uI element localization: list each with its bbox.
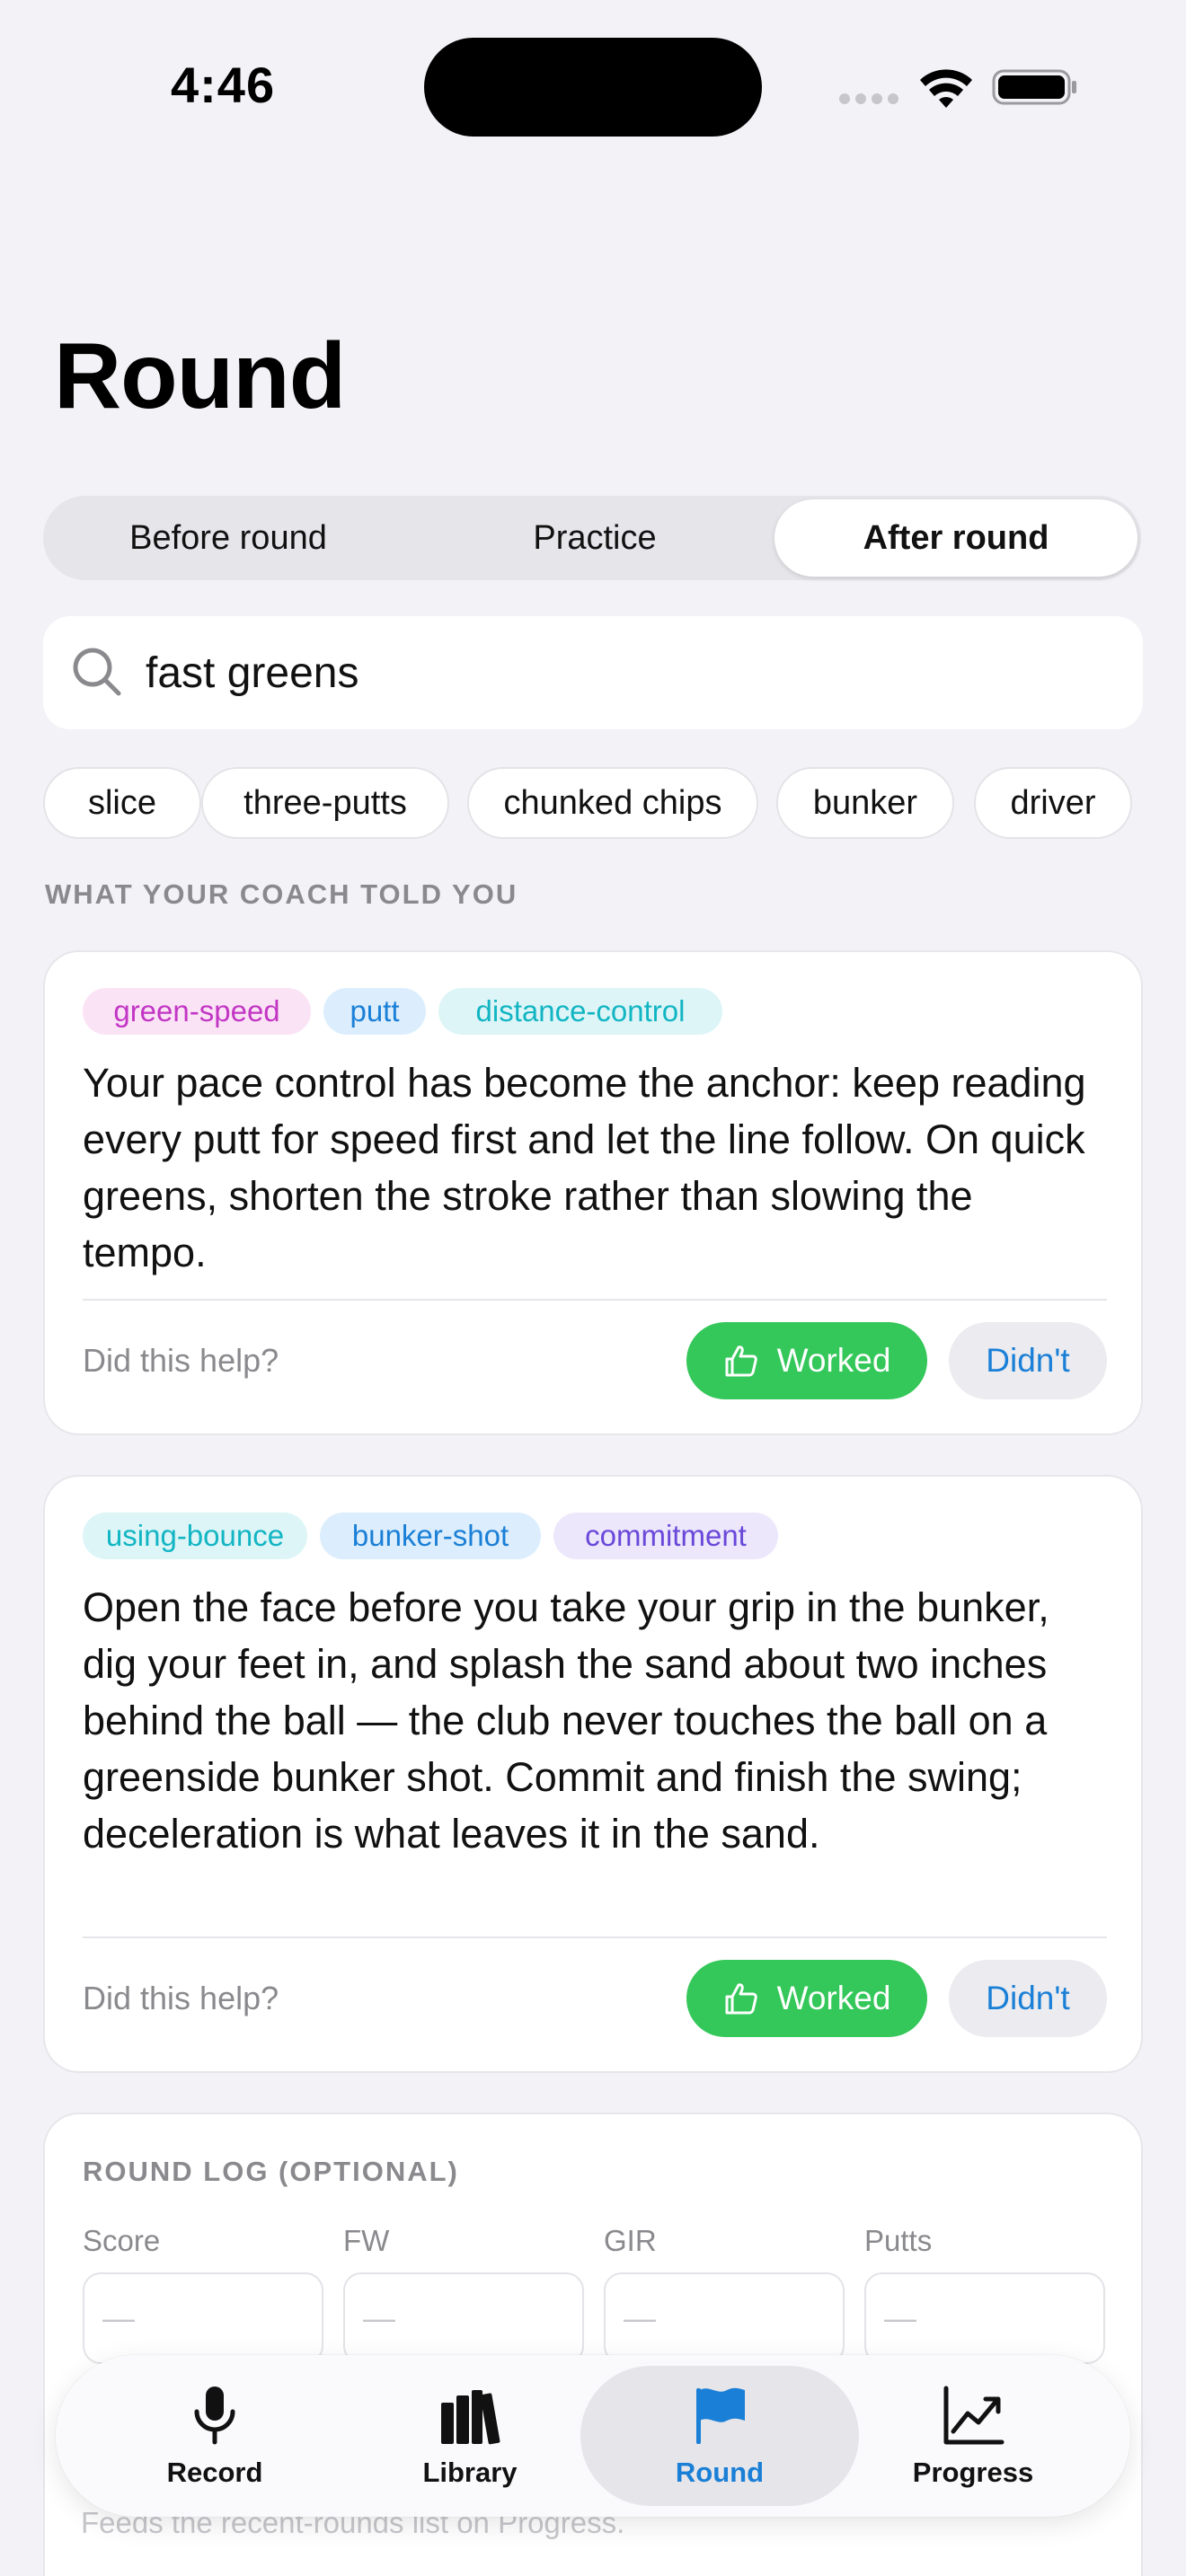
round-log-title: ROUND LOG (OPTIONAL) xyxy=(83,2156,459,2187)
worked-button[interactable]: Worked xyxy=(686,1322,927,1399)
help-prompt: Did this help? xyxy=(83,1342,279,1379)
microphone-icon xyxy=(194,2386,235,2445)
battery-icon xyxy=(992,69,1076,105)
coach-tip-card: using-bounce bunker-shot commitment Open… xyxy=(43,1475,1143,2073)
worked-label: Worked xyxy=(776,1342,891,1379)
tab-round[interactable]: Round xyxy=(580,2366,859,2506)
putts-label: Putts xyxy=(864,2224,933,2257)
tag: green-speed xyxy=(83,988,311,1035)
fairways-input[interactable] xyxy=(343,2272,584,2364)
cellular-signal-icon xyxy=(839,93,898,104)
books-icon xyxy=(441,2390,500,2445)
score-field: Score xyxy=(83,2224,323,2364)
segment-before-round[interactable]: Before round xyxy=(47,499,410,577)
tag: commitment xyxy=(553,1513,778,1559)
chip-three-putts[interactable]: three-putts xyxy=(201,767,449,839)
worked-button[interactable]: Worked xyxy=(686,1960,927,2037)
thumbs-up-icon xyxy=(725,1983,757,2015)
fairways-field: FW xyxy=(343,2224,584,2364)
didnt-button[interactable]: Didn't xyxy=(949,1322,1107,1399)
tab-label: Progress xyxy=(912,2457,1034,2488)
didnt-button[interactable]: Didn't xyxy=(949,1960,1107,2037)
score-input[interactable] xyxy=(83,2272,323,2364)
chip-bunker[interactable]: bunker xyxy=(776,767,954,839)
tab-bar: Record Library Round Progress xyxy=(56,2355,1130,2517)
flag-icon xyxy=(696,2387,745,2444)
help-prompt: Did this help? xyxy=(83,1980,279,2016)
wifi-icon xyxy=(920,69,972,108)
dynamic-island xyxy=(424,38,762,137)
search-input[interactable] xyxy=(146,632,1116,713)
chip-slice[interactable]: slice xyxy=(43,767,201,839)
tab-progress[interactable]: Progress xyxy=(834,2366,1112,2506)
coach-tip-card: green-speed putt distance-control Your p… xyxy=(43,950,1143,1435)
status-time: 4:46 xyxy=(171,57,276,113)
search-bar xyxy=(43,616,1143,729)
thumbs-up-icon xyxy=(725,1345,757,1377)
gir-input[interactable] xyxy=(604,2272,845,2364)
divider xyxy=(83,1299,1107,1301)
segment-after-round[interactable]: After round xyxy=(774,499,1137,577)
chip-chunked-chips[interactable]: chunked chips xyxy=(467,767,758,839)
tag: using-bounce xyxy=(83,1513,307,1559)
tab-library[interactable]: Library xyxy=(331,2366,609,2506)
tab-label: Library xyxy=(422,2457,518,2488)
putts-field: Putts xyxy=(864,2224,1105,2364)
round-phase-segmented-control: Before round Practice After round xyxy=(43,496,1141,580)
page-title: Round xyxy=(54,324,346,428)
search-icon xyxy=(73,648,121,696)
tip-text: Your pace control has become the anchor:… xyxy=(83,1060,1086,1275)
divider xyxy=(83,1936,1107,1938)
screen: 4:46 Round Before round Practice After r… xyxy=(0,0,1186,2576)
segment-practice[interactable]: Practice xyxy=(413,499,776,577)
tag: bunker-shot xyxy=(320,1513,541,1559)
tip-text: Open the face before you take your grip … xyxy=(83,1584,1049,1857)
tag: putt xyxy=(323,988,426,1035)
tag: distance-control xyxy=(438,988,722,1035)
score-label: Score xyxy=(83,2224,161,2257)
putts-input[interactable] xyxy=(864,2272,1105,2364)
tab-label: Round xyxy=(675,2457,765,2488)
gir-label: GIR xyxy=(604,2224,657,2257)
chip-driver[interactable]: driver xyxy=(974,767,1132,839)
fairways-label: FW xyxy=(343,2224,390,2257)
worked-label: Worked xyxy=(776,1980,891,2016)
tab-label: Record xyxy=(166,2457,263,2488)
gir-field: GIR xyxy=(604,2224,845,2364)
tab-record[interactable]: Record xyxy=(75,2366,354,2506)
chart-line-icon xyxy=(943,2386,1005,2445)
section-label: WHAT YOUR COACH TOLD YOU xyxy=(45,878,518,910)
